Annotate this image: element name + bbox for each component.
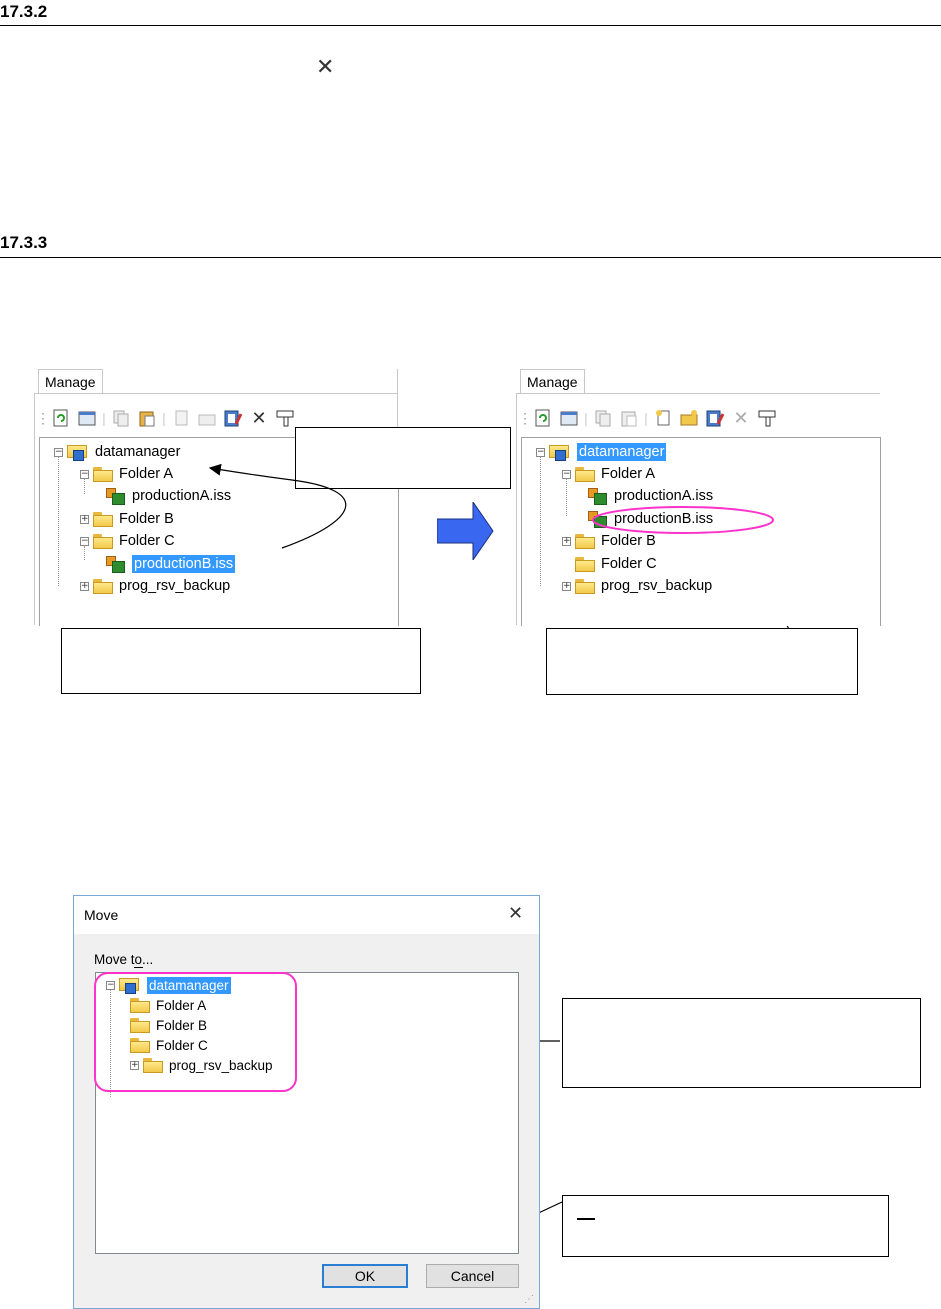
cancel-button[interactable]: Cancel bbox=[426, 1264, 519, 1288]
expand-icon[interactable]: + bbox=[562, 581, 571, 591]
callout-after bbox=[546, 628, 858, 695]
callout-underline bbox=[577, 1218, 595, 1220]
tree-node-folder-c[interactable]: Folder C bbox=[575, 554, 657, 574]
datamanager-icon bbox=[549, 444, 571, 461]
dialog-title: Move bbox=[84, 907, 119, 923]
callout-ok bbox=[562, 1195, 889, 1257]
move-to-label: Move to... bbox=[94, 952, 153, 967]
tree-line bbox=[540, 456, 541, 586]
folder-open-icon bbox=[575, 466, 595, 482]
move-icon[interactable] bbox=[704, 407, 726, 429]
delete-icon[interactable]: ✕ bbox=[730, 407, 752, 429]
tree-node-folder-a[interactable]: − Folder A bbox=[562, 464, 655, 484]
folder-icon bbox=[575, 578, 595, 594]
callout-before bbox=[61, 628, 421, 694]
device-icon[interactable] bbox=[756, 407, 778, 429]
properties-icon[interactable] bbox=[558, 407, 580, 429]
callout-destination bbox=[562, 998, 921, 1088]
paste-icon[interactable] bbox=[618, 407, 640, 429]
separator: | bbox=[644, 410, 648, 426]
label-text: Move to... bbox=[94, 952, 154, 967]
new-folder-icon[interactable] bbox=[678, 407, 700, 429]
highlight-destination bbox=[94, 972, 297, 1092]
tab-underline bbox=[516, 393, 880, 394]
transition-arrow-icon bbox=[437, 502, 494, 560]
ok-button[interactable]: OK bbox=[322, 1264, 408, 1288]
separator: | bbox=[584, 410, 588, 426]
node-label: prog_rsv_backup bbox=[601, 578, 713, 594]
node-label: Folder C bbox=[601, 556, 657, 572]
expand-icon[interactable]: + bbox=[562, 536, 571, 546]
tree-node-production-a[interactable]: productionA.iss bbox=[588, 486, 713, 506]
tree-node-root[interactable]: − datamanager bbox=[536, 442, 667, 462]
highlight-ellipse bbox=[592, 506, 774, 534]
manage-panel-after: Manage ⋮ | | ✕ − datamanager − Folder A … bbox=[516, 369, 881, 626]
copy-icon[interactable] bbox=[592, 407, 614, 429]
dialog-titlebar: Move ✕ bbox=[74, 896, 539, 934]
close-icon[interactable]: ✕ bbox=[508, 903, 523, 924]
collapse-icon[interactable]: − bbox=[536, 447, 545, 457]
resize-grip-icon[interactable]: ⋰ bbox=[524, 1294, 534, 1305]
node-label: datamanager bbox=[577, 443, 667, 461]
panel-border-left bbox=[516, 393, 517, 625]
program-file-icon bbox=[588, 487, 608, 505]
tab-manage[interactable]: Manage bbox=[520, 369, 585, 393]
tree-node-backup[interactable]: + prog_rsv_backup bbox=[562, 576, 712, 596]
move-dialog: Move ✕ Move to... − datamanager Folder A… bbox=[73, 895, 540, 1309]
toolbar: ⋮ | | ✕ bbox=[518, 403, 778, 433]
node-label: productionA.iss bbox=[614, 488, 714, 504]
collapse-icon[interactable]: − bbox=[562, 469, 571, 479]
grip-icon: ⋮ bbox=[518, 409, 532, 426]
node-label: Folder A bbox=[601, 466, 655, 482]
accelerator-underline bbox=[134, 967, 143, 968]
refresh-icon[interactable] bbox=[532, 407, 554, 429]
new-file-icon[interactable] bbox=[652, 407, 674, 429]
folder-icon bbox=[575, 556, 595, 572]
